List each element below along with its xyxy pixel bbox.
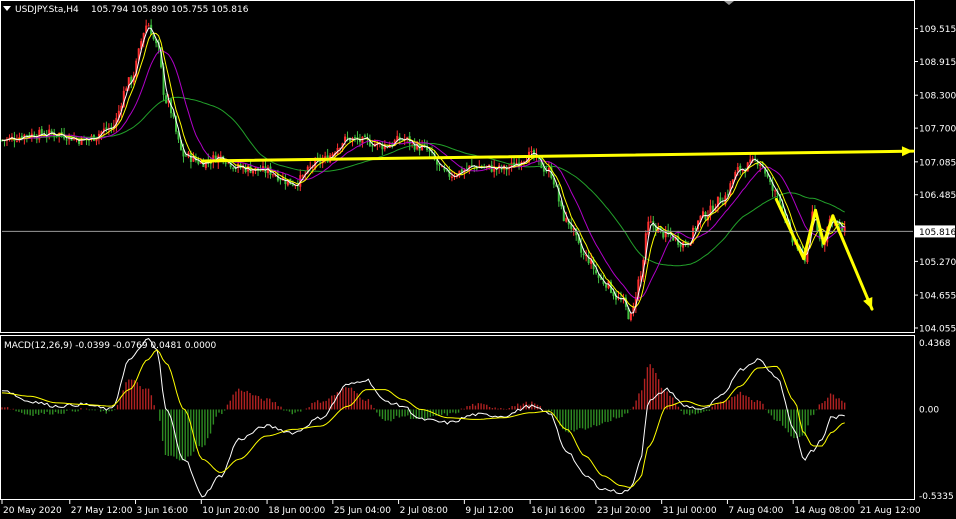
time-axis-label: 25 Jun 04:00 <box>334 506 391 516</box>
candle-body <box>189 153 192 162</box>
candle-body <box>774 190 777 192</box>
candle-body <box>259 170 262 172</box>
time-axis-label: 16 Jul 16:00 <box>531 506 585 516</box>
time-axis-label: 21 Aug 12:00 <box>860 506 921 516</box>
macd-axis-label: -0.5335 <box>919 492 954 502</box>
scroll-marker-icon <box>724 1 734 5</box>
candle-body <box>219 155 222 157</box>
candle-body <box>749 159 752 163</box>
candle-body <box>694 227 697 230</box>
symbol-dropdown-icon[interactable] <box>3 6 11 11</box>
time-axis-label: 2 Jul 08:00 <box>400 506 449 516</box>
trendline-4 <box>822 214 835 245</box>
macd-line <box>1 338 845 498</box>
candle-body <box>759 164 762 166</box>
time-axis-label: 18 Jun 00:00 <box>268 506 325 516</box>
candle-body <box>353 137 356 139</box>
chart-symbol-title: USDJPY.Sta,H4 <box>15 5 79 15</box>
price-axis-label: 104.055 <box>919 324 956 334</box>
candle-body <box>15 140 18 142</box>
price-axis-label: 106.485 <box>919 191 956 201</box>
time-axis-label: 9 Jul 12:00 <box>465 506 514 516</box>
price-axis-label: 107.700 <box>919 125 956 135</box>
candle-body <box>363 135 366 138</box>
chart-ohlc-values: 105.794 105.890 105.755 105.816 <box>91 5 249 15</box>
candle-body <box>147 25 150 27</box>
macd-axis-label: 0.4368 <box>919 339 951 349</box>
candle-body <box>649 221 652 223</box>
macd-indicator-label: MACD(12,26,9) -0.0399 -0.0769 0.0481 0.0… <box>4 341 217 351</box>
candle-body <box>80 137 83 145</box>
macd-pane <box>1 338 846 498</box>
time-axis-label: 31 Jul 00:00 <box>663 506 717 516</box>
price-pane-frame <box>0 0 915 333</box>
trading-chart: USDJPY.Sta,H4 105.794 105.890 105.755 10… <box>0 0 956 516</box>
candle-body <box>301 175 304 177</box>
candle-body <box>252 170 255 174</box>
time-axis-label: 7 Aug 04:00 <box>728 506 783 516</box>
candle-body <box>679 243 682 247</box>
macd-axis-label: 0.00 <box>919 405 939 415</box>
trendline-arrow-head <box>901 146 913 157</box>
price-axis-label: 109.515 <box>919 25 956 35</box>
candle-body <box>224 162 227 164</box>
trendline-0 <box>200 149 915 163</box>
candle-body <box>371 145 374 147</box>
ma-fast-line <box>1 27 845 314</box>
price-axis-label: 104.655 <box>919 292 956 302</box>
time-axis-label: 20 May 2020 <box>3 506 62 516</box>
candle-body <box>309 166 312 168</box>
price-pane <box>1 19 915 322</box>
time-axis-label: 27 May 12:00 <box>71 506 133 516</box>
candle-body <box>346 137 349 139</box>
candle-body <box>736 167 739 172</box>
candle-body <box>271 174 274 176</box>
time-axis-label: 10 Jun 20:00 <box>202 506 259 516</box>
candle-body <box>184 155 187 157</box>
price-axis-label: 108.300 <box>919 92 956 102</box>
candle-body <box>530 150 533 153</box>
time-axis-label: 14 Aug 08:00 <box>794 506 855 516</box>
candle-body <box>629 313 632 321</box>
ma-mid-line <box>1 32 845 308</box>
price-axis-label: 107.085 <box>919 158 956 168</box>
candle-body <box>582 253 585 256</box>
candle-body <box>605 284 608 288</box>
candle-body <box>232 167 235 169</box>
axes: 109.515 108.915 108.300 107.700 107.085 106.4… <box>1 25 956 516</box>
candle-body <box>65 139 68 141</box>
candle-body <box>291 184 294 186</box>
trendline-1 <box>774 197 806 261</box>
candle-body <box>450 176 453 179</box>
time-axis-label: 23 Jul 20:00 <box>597 506 651 516</box>
time-axis-label: 3 Jun 16:00 <box>137 506 189 516</box>
price-axis-label: 105.270 <box>919 258 956 268</box>
candle-body <box>565 218 568 222</box>
current-price-label: 105.816 <box>919 228 956 238</box>
candle-body <box>279 179 282 181</box>
ma-long-line <box>1 96 845 267</box>
price-axis-label: 108.915 <box>919 58 956 68</box>
trendline-5 <box>831 214 874 311</box>
candle-body <box>595 270 598 274</box>
